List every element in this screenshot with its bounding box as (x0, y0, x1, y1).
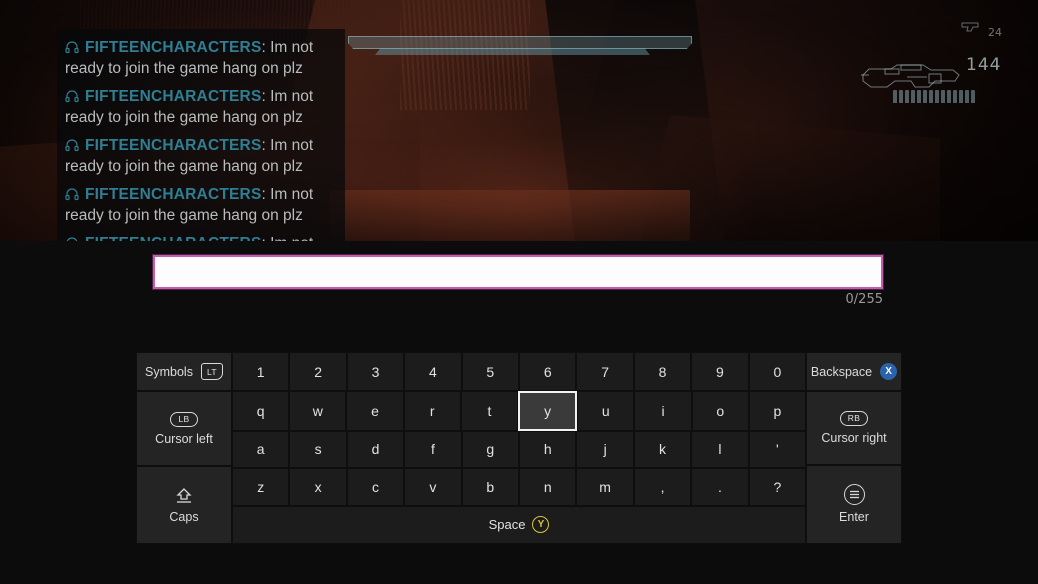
key-g[interactable]: g (461, 430, 520, 468)
chat-message: FIFTEENCHARACTERS: Im not ready to join … (57, 135, 345, 177)
keyboard-left-column: Symbols LT LB Cursor left Caps (136, 352, 232, 544)
cursor-right-key-label: Cursor right (821, 430, 887, 445)
key-u[interactable]: u (577, 391, 635, 431)
keyboard-row: z x c v b n m,.? (232, 468, 807, 506)
key-z[interactable]: z (232, 468, 290, 506)
key-y[interactable]: y (518, 391, 578, 431)
key-e[interactable]: e (346, 391, 404, 431)
message-input[interactable] (153, 255, 883, 289)
menu-button-icon (843, 484, 865, 506)
key-l[interactable]: l (691, 430, 749, 468)
key-4[interactable]: 4 (404, 352, 462, 391)
keyboard-row: a s d f g h j k l ' (232, 430, 807, 468)
key-h[interactable]: h (519, 430, 577, 468)
caps-key-label: Caps (169, 509, 199, 524)
key-.[interactable]: . (691, 468, 749, 506)
headset-icon (65, 188, 79, 201)
enter-key[interactable]: Enter (806, 464, 902, 544)
key-j[interactable]: j (576, 430, 634, 468)
grenade-indicator (893, 90, 975, 103)
chat-panel: FIFTEENCHARACTERS: Im not ready to join … (57, 29, 345, 241)
key-q[interactable]: q (232, 391, 290, 431)
keyboard-row: qwertyuiop (232, 391, 807, 431)
chat-message: FIFTEENCHARACTERS: Im not ready to join … (57, 37, 345, 79)
key-w[interactable]: w (289, 391, 347, 431)
key-b[interactable]: b (461, 468, 520, 506)
primary-ammo-count: 144 (966, 55, 1002, 75)
symbols-key[interactable]: Symbols LT (136, 352, 232, 391)
shield-bar-fill-icon (375, 48, 650, 55)
keyboard-row: 1234567890 (232, 352, 807, 391)
key-9[interactable]: 9 (691, 352, 749, 391)
key-v[interactable]: v (404, 468, 462, 506)
virtual-keyboard-screen: 24 144 FIFTEENCHARACTERS: Im not ready t… (0, 0, 1038, 584)
caps-icon (173, 487, 195, 505)
key-0[interactable]: 0 (748, 352, 807, 391)
cursor-left-key-label: Cursor left (155, 431, 213, 446)
space-key-label: Space (488, 517, 526, 533)
key-a[interactable]: a (232, 430, 290, 468)
enter-key-label: Enter (839, 510, 869, 525)
cursor-left-key[interactable]: LB Cursor left (136, 391, 232, 466)
lb-bumper-icon: LB (170, 411, 198, 427)
key-n[interactable]: n (519, 468, 577, 506)
headset-icon (65, 90, 79, 103)
key-i[interactable]: i (634, 391, 692, 431)
keyboard-right-column: Backspace X RB Cursor right Enter (806, 352, 902, 544)
rb-bumper-icon: RB (840, 410, 868, 426)
game-scene: 24 144 FIFTEENCHARACTERS: Im not ready t… (0, 0, 1038, 241)
cursor-right-key[interactable]: RB Cursor right (806, 391, 902, 465)
symbols-key-label: Symbols (145, 364, 193, 379)
headset-icon (65, 41, 79, 54)
key-6[interactable]: 6 (519, 352, 577, 391)
key-m[interactable]: m (576, 468, 634, 506)
key-k[interactable]: k (633, 430, 692, 468)
chat-username: FIFTEENCHARACTERS (85, 39, 262, 56)
shield-bar-icon (348, 36, 692, 49)
caps-key[interactable]: Caps (136, 466, 232, 544)
chat-username: FIFTEENCHARACTERS (85, 88, 262, 105)
key-7[interactable]: 7 (576, 352, 634, 391)
key-r[interactable]: r (403, 391, 461, 431)
text-entry-area: 0/255 Symbols LT LB Cursor left Caps 1 2… (0, 241, 1038, 584)
keyboard-space-row: Space Y (232, 505, 806, 544)
key-c[interactable]: c (346, 468, 405, 506)
backspace-key[interactable]: Backspace X (806, 352, 902, 391)
key-p[interactable]: p (748, 391, 807, 431)
key-?[interactable]: ? (748, 468, 807, 506)
headset-icon (65, 139, 79, 152)
chat-message: FIFTEENCHARACTERS: Im not ready to join … (57, 86, 345, 128)
assault-rifle-icon (855, 55, 965, 95)
key-d[interactable]: d (346, 430, 405, 468)
y-button-icon: Y (532, 516, 550, 534)
key-t[interactable]: t (460, 391, 519, 431)
key-x[interactable]: x (289, 468, 347, 506)
key-f[interactable]: f (404, 430, 462, 468)
key-o[interactable]: o (691, 391, 749, 431)
space-key[interactable]: Space Y (232, 505, 806, 544)
key-3[interactable]: 3 (346, 352, 405, 391)
key-'[interactable]: ' (748, 430, 807, 468)
key-1[interactable]: 1 (232, 352, 290, 391)
chat-message: FIFTEENCHARACTERS: Im not ready to join … (57, 233, 345, 241)
pistol-icon (960, 20, 984, 38)
secondary-ammo-count: 24 (988, 26, 1002, 39)
chat-username: FIFTEENCHARACTERS (85, 186, 262, 203)
backspace-key-label: Backspace (810, 364, 873, 379)
lt-trigger-icon: LT (200, 363, 223, 380)
chat-message: FIFTEENCHARACTERS: Im not ready to join … (57, 184, 345, 226)
key-2[interactable]: 2 (289, 352, 347, 391)
virtual-keyboard: Symbols LT LB Cursor left Caps 1 2 3 4 5… (136, 352, 902, 544)
key-,[interactable]: , (633, 468, 692, 506)
chat-username: FIFTEENCHARACTERS (85, 137, 262, 154)
key-5[interactable]: 5 (461, 352, 520, 391)
key-s[interactable]: s (289, 430, 347, 468)
character-counter: 0/255 (845, 292, 883, 307)
keyboard-key-grid: 1 2 3 4 5 6 7 8 9 0 q w e r t y u i o p a s d f g h j k l ' z x c v b n m,.?… (232, 352, 807, 544)
x-button-icon: X (880, 363, 898, 380)
key-8[interactable]: 8 (633, 352, 692, 391)
